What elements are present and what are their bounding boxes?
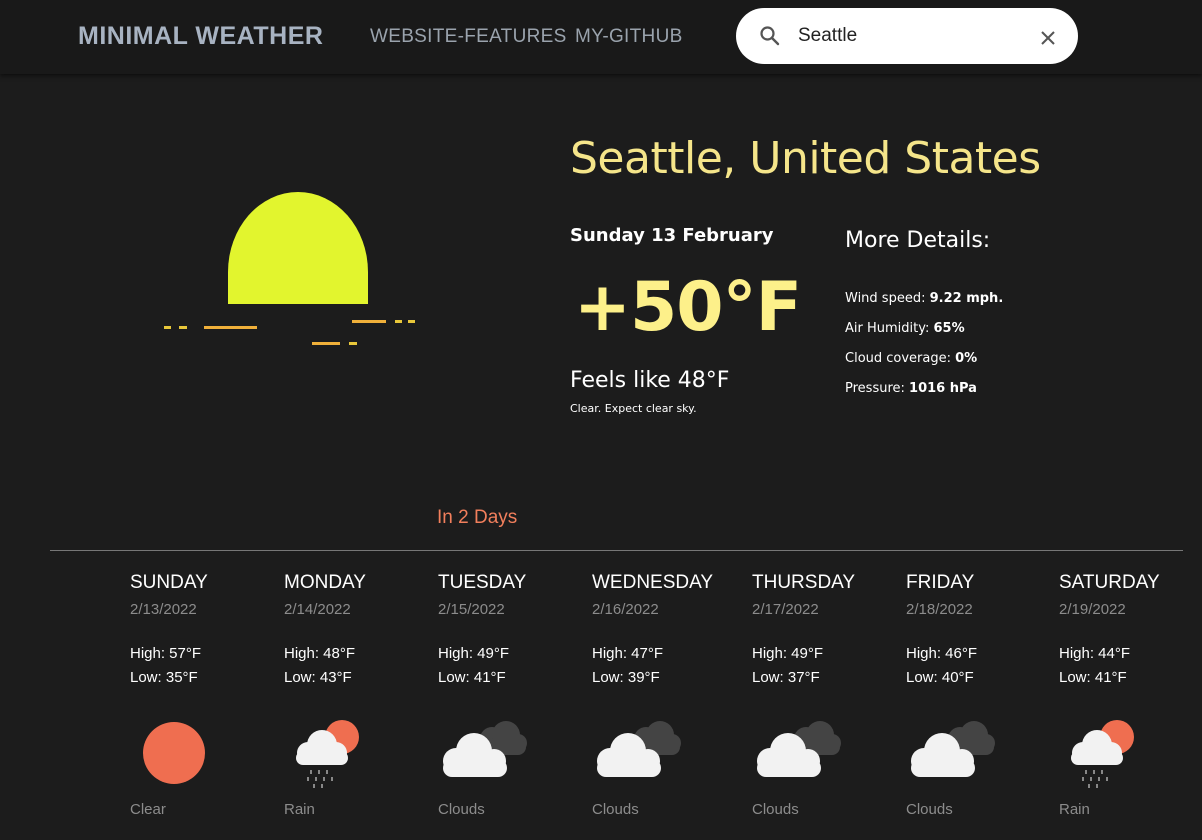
forecast-high: High: 46°F xyxy=(906,645,978,662)
search-icon[interactable] xyxy=(758,24,782,48)
forecast-low: Low: 41°F xyxy=(438,669,506,686)
nav-link-my-github[interactable]: MY-GITHUB xyxy=(575,26,683,48)
forecast-condition: Clouds xyxy=(592,801,639,818)
rain-icon xyxy=(284,717,384,789)
sunset-icon xyxy=(150,180,430,360)
forecast-date: 2/18/2022 xyxy=(906,601,973,618)
forecast-condition: Clouds xyxy=(438,801,485,818)
forecast-day-name: TUESDAY xyxy=(438,572,527,593)
forecast-low: Low: 41°F xyxy=(1059,669,1127,686)
forecast-low: Low: 40°F xyxy=(906,669,974,686)
rain-icon xyxy=(1059,717,1159,789)
forecast-date: 2/14/2022 xyxy=(284,601,351,618)
clouds-icon xyxy=(752,717,852,789)
forecast-date: 2/13/2022 xyxy=(130,601,197,618)
forecast-high: High: 47°F xyxy=(592,645,664,662)
forecast-high: High: 57°F xyxy=(130,645,202,662)
forecast-condition: Clouds xyxy=(752,801,799,818)
clouds-icon xyxy=(438,717,538,789)
search-box[interactable] xyxy=(736,8,1078,64)
forecast-date: 2/17/2022 xyxy=(752,601,819,618)
forecast-low: Low: 39°F xyxy=(592,669,660,686)
clouds-icon xyxy=(592,717,692,789)
forecast-low: Low: 43°F xyxy=(284,669,352,686)
forecast-day-name: SATURDAY xyxy=(1059,572,1160,593)
forecast-high: High: 48°F xyxy=(284,645,356,662)
details-title: More Details: xyxy=(845,228,991,253)
forecast-day-name: FRIDAY xyxy=(906,572,975,593)
detail-value: 9.22 mph. xyxy=(929,291,1004,306)
forecast-condition: Clouds xyxy=(906,801,953,818)
detail-cloud-coverage: Cloud coverage: 0% xyxy=(845,351,977,366)
forecast-day-name: WEDNESDAY xyxy=(592,572,714,593)
clouds-icon xyxy=(906,717,1006,789)
forecast-low: Low: 35°F xyxy=(130,669,198,686)
nav-link-website-features[interactable]: WEBSITE-FEATURES xyxy=(370,26,567,48)
detail-label: Pressure: xyxy=(845,381,905,396)
sun-icon xyxy=(130,717,230,789)
forecast-condition: Rain xyxy=(284,801,315,818)
current-temperature: +50°F xyxy=(574,268,802,347)
detail-pressure: Pressure: 1016 hPa xyxy=(845,381,977,396)
forecast-high: High: 44°F xyxy=(1059,645,1131,662)
brand-logo[interactable]: MINIMAL WEATHER xyxy=(78,22,323,51)
city-title: Seattle, United States xyxy=(570,133,1041,184)
detail-value: 65% xyxy=(933,321,965,336)
forecast-low: Low: 37°F xyxy=(752,669,820,686)
search-input[interactable] xyxy=(798,21,1018,51)
detail-wind-speed: Wind speed: 9.22 mph. xyxy=(845,291,1003,306)
in-days-label: In 2 Days xyxy=(437,507,518,528)
forecast-day-name: MONDAY xyxy=(284,572,366,593)
detail-label: Wind speed: xyxy=(845,291,926,306)
navbar: MINIMAL WEATHER WEBSITE-FEATURES MY-GITH… xyxy=(0,0,1202,74)
divider xyxy=(50,550,1183,551)
detail-value: 1016 hPa xyxy=(909,381,977,396)
detail-value: 0% xyxy=(955,351,978,366)
feels-like: Feels like 48°F xyxy=(570,368,730,393)
forecast-date: 2/15/2022 xyxy=(438,601,505,618)
detail-label: Cloud coverage: xyxy=(845,351,951,366)
forecast-date: 2/19/2022 xyxy=(1059,601,1126,618)
forecast-high: High: 49°F xyxy=(438,645,510,662)
forecast-day-name: SUNDAY xyxy=(130,572,208,593)
weather-description: Clear. Expect clear sky. xyxy=(570,402,697,415)
current-date: Sunday 13 February xyxy=(570,225,774,246)
forecast-condition: Clear xyxy=(130,801,166,818)
forecast-day-name: THURSDAY xyxy=(752,572,856,593)
forecast-date: 2/16/2022 xyxy=(592,601,659,618)
close-icon[interactable] xyxy=(1038,28,1058,48)
detail-label: Air Humidity: xyxy=(845,321,930,336)
detail-air-humidity: Air Humidity: 65% xyxy=(845,321,965,336)
forecast-condition: Rain xyxy=(1059,801,1090,818)
forecast-high: High: 49°F xyxy=(752,645,824,662)
